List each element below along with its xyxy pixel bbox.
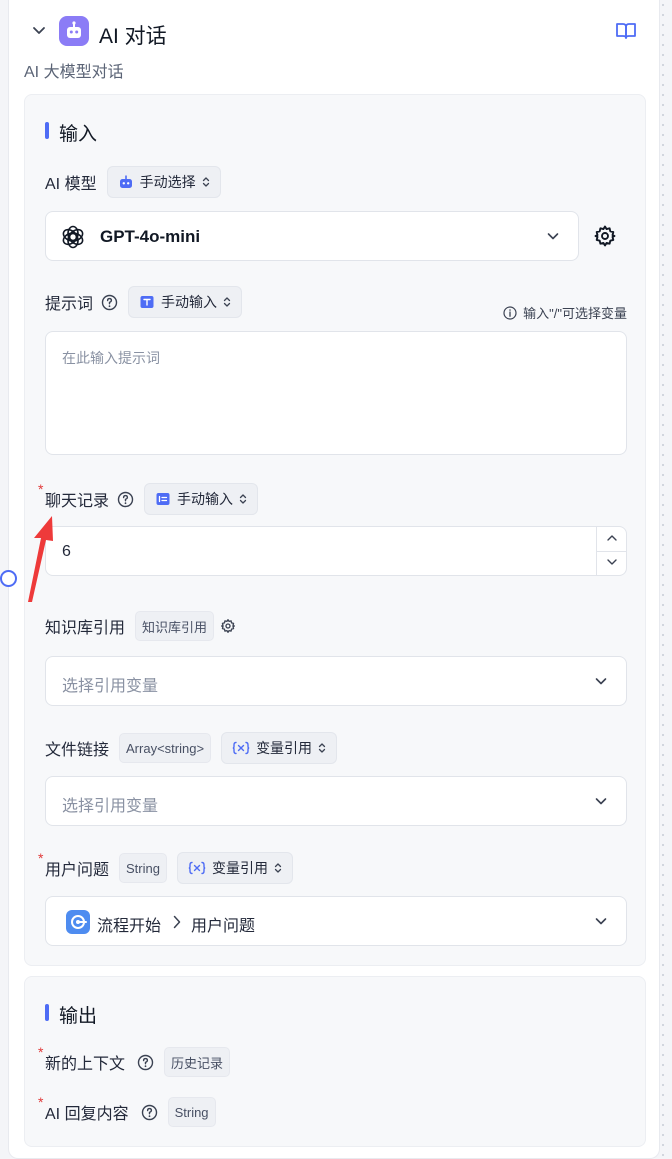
variable-hint-text: 输入"/"可选择变量 bbox=[523, 306, 627, 321]
input-section-title: 输入 bbox=[45, 119, 97, 146]
output-reply-label: AI 回复内容 bbox=[38, 1094, 129, 1124]
chat-history-mode-select[interactable]: 手动输入 bbox=[144, 483, 259, 515]
variable-icon bbox=[232, 741, 250, 755]
robot-icon bbox=[59, 16, 89, 46]
chevron-down-icon bbox=[595, 918, 607, 925]
source-field-name: 用户问题 bbox=[191, 918, 256, 935]
sort-arrows-icon bbox=[274, 863, 282, 873]
user-question-mode-label: 变量引用 bbox=[211, 860, 268, 876]
knowledge-placeholder: 选择引用变量 bbox=[62, 678, 159, 695]
robot-icon bbox=[119, 175, 132, 188]
model-select[interactable]: GPT-4o-mini bbox=[45, 211, 579, 261]
chevron-down-icon bbox=[595, 798, 607, 805]
source-node-name: 流程开始 bbox=[97, 918, 162, 935]
output-item-reply: AI 回复内容 String bbox=[38, 1094, 216, 1129]
annotation-arrow-icon bbox=[28, 516, 53, 602]
node-header: AI 对话 bbox=[9, 14, 661, 50]
chevron-down-icon[interactable] bbox=[606, 557, 618, 567]
variable-icon bbox=[188, 861, 206, 875]
knowledge-variable-select[interactable]: 选择引用变量 bbox=[45, 656, 627, 706]
number-input-icon bbox=[156, 493, 170, 505]
file-link-placeholder: 选择引用变量 bbox=[62, 798, 159, 815]
chevron-up-icon[interactable] bbox=[606, 533, 618, 543]
question-circle-icon[interactable] bbox=[137, 1054, 154, 1071]
file-link-row: 文件链接 Array<string> 变量引用 bbox=[45, 731, 338, 765]
sort-arrows-icon bbox=[223, 297, 231, 307]
input-connection-port[interactable] bbox=[0, 570, 17, 587]
flow-start-icon bbox=[66, 910, 90, 934]
chat-history-mode-label: 手动输入 bbox=[177, 491, 234, 507]
ai-model-label: AI 模型 bbox=[45, 176, 97, 193]
output-reply-tag: String bbox=[167, 1097, 216, 1127]
ai-model-mode-label: 手动选择 bbox=[139, 174, 196, 190]
selected-model-name: GPT-4o-mini bbox=[100, 227, 201, 246]
output-context-label: 新的上下文 bbox=[38, 1044, 125, 1074]
knowledge-tag: 知识库引用 bbox=[135, 611, 215, 641]
prompt-mode-label: 手动输入 bbox=[161, 294, 218, 310]
gear-icon[interactable] bbox=[220, 618, 236, 634]
sort-arrows-icon bbox=[239, 494, 247, 504]
book-open-icon[interactable] bbox=[615, 22, 637, 40]
ai-model-row: AI 模型 手动选择 bbox=[45, 165, 221, 199]
file-link-mode-select[interactable]: 变量引用 bbox=[221, 732, 338, 764]
chat-history-row: 聊天记录 手动输入 bbox=[38, 481, 259, 516]
file-link-type-tag: Array<string> bbox=[119, 733, 212, 763]
user-question-variable-select[interactable]: 流程开始 用户问题 bbox=[45, 896, 627, 946]
sort-arrows-icon bbox=[202, 177, 209, 187]
chat-history-value: 6 bbox=[62, 543, 71, 560]
user-question-label: 用户问题 bbox=[38, 850, 109, 880]
question-circle-icon[interactable] bbox=[117, 491, 134, 508]
ai-model-mode-select[interactable]: 手动选择 bbox=[106, 166, 221, 198]
file-link-label: 文件链接 bbox=[45, 742, 110, 759]
knowledge-row: 知识库引用 知识库引用 bbox=[45, 609, 236, 643]
gear-icon[interactable] bbox=[593, 224, 617, 248]
prompt-textarea[interactable]: 在此输入提示词 bbox=[45, 331, 627, 455]
prompt-row: 提示词 手动输入 bbox=[45, 285, 243, 319]
sort-arrows-icon bbox=[318, 743, 326, 753]
ai-chat-node-card[interactable]: AI 对话 AI 大模型对话 输入 AI 模型 手动选择 GPT-4o-mini… bbox=[8, 0, 660, 1159]
question-circle-icon[interactable] bbox=[101, 294, 118, 311]
chat-history-label: 聊天记录 bbox=[38, 481, 109, 511]
chat-history-number-input[interactable]: 6 bbox=[45, 526, 627, 576]
file-link-variable-select[interactable]: 选择引用变量 bbox=[45, 776, 627, 826]
prompt-label: 提示词 bbox=[45, 296, 94, 313]
file-link-mode-label: 变量引用 bbox=[256, 740, 313, 756]
number-stepper bbox=[596, 527, 626, 575]
input-section: 输入 AI 模型 手动选择 GPT-4o-mini 提示词 手动输入 输入"/"… bbox=[24, 94, 646, 966]
variable-hint: 输入"/"可选择变量 bbox=[503, 303, 627, 322]
chevron-down-icon[interactable] bbox=[31, 22, 47, 38]
knowledge-label: 知识库引用 bbox=[45, 620, 126, 637]
prompt-mode-select[interactable]: 手动输入 bbox=[128, 286, 243, 318]
output-context-tag: 历史记录 bbox=[164, 1047, 231, 1077]
text-input-icon bbox=[140, 296, 154, 308]
output-item-context: 新的上下文 历史记录 bbox=[38, 1044, 231, 1079]
chevron-right-icon bbox=[173, 915, 181, 929]
node-description: AI 大模型对话 bbox=[24, 64, 124, 81]
chevron-down-icon bbox=[547, 233, 559, 240]
question-circle-icon[interactable] bbox=[141, 1104, 158, 1121]
user-question-row: 用户问题 String 变量引用 bbox=[38, 850, 293, 885]
openai-logo-icon bbox=[62, 225, 84, 249]
user-question-mode-select[interactable]: 变量引用 bbox=[176, 852, 293, 884]
canvas-dot-grid bbox=[658, 0, 672, 1159]
output-section-title: 输出 bbox=[45, 1001, 97, 1028]
user-question-type-tag: String bbox=[119, 853, 167, 883]
info-circle-icon bbox=[503, 305, 517, 320]
chevron-down-icon bbox=[595, 678, 607, 685]
output-section: 输出 新的上下文 历史记录 AI 回复内容 String bbox=[24, 976, 646, 1147]
node-title: AI 对话 bbox=[99, 25, 167, 48]
prompt-placeholder: 在此输入提示词 bbox=[62, 350, 160, 366]
